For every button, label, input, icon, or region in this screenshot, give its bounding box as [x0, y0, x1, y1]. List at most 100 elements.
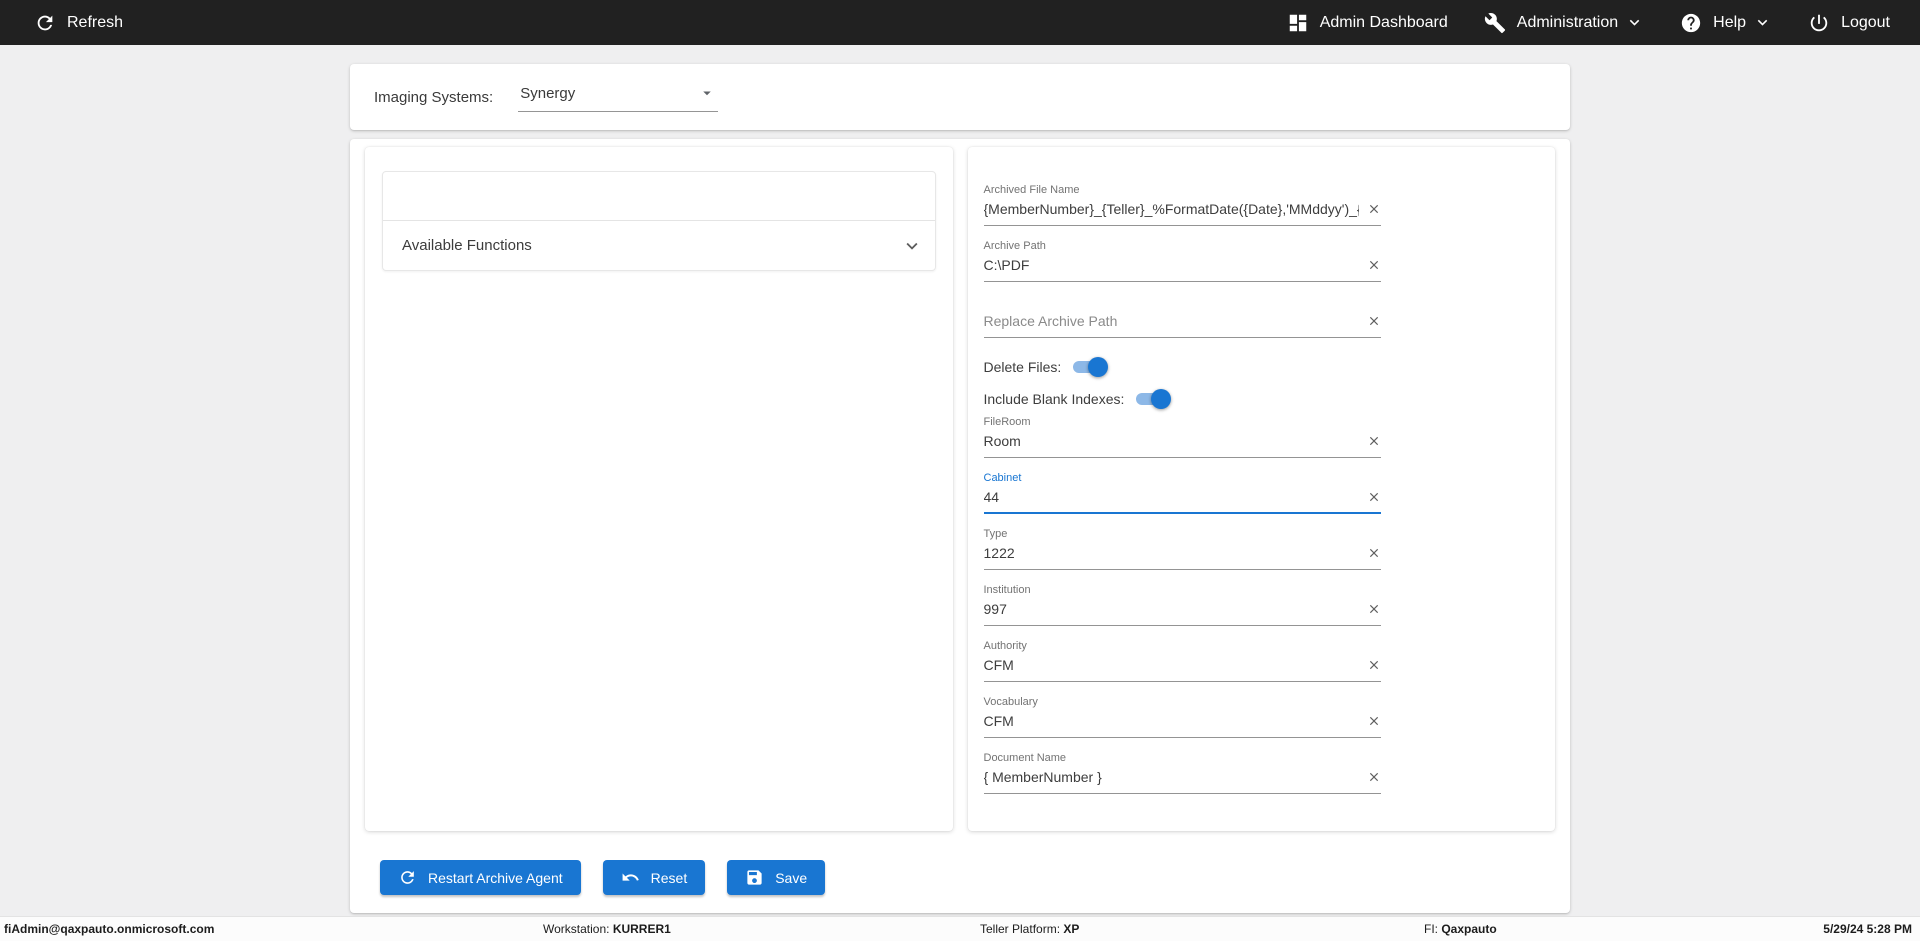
close-icon [1369, 316, 1378, 326]
field-label: FileRoom [983, 416, 1031, 428]
available-functions-label: Available Functions [402, 237, 532, 254]
institution-input[interactable] [983, 600, 1359, 618]
imaging-systems-select[interactable]: Synergy [518, 82, 719, 112]
field-label [984, 295, 1381, 309]
field-label: Vocabulary [983, 696, 1038, 708]
vocabulary-field: Vocabulary [983, 695, 1381, 738]
reset-label: Reset [650, 869, 688, 886]
admin-dashboard-button[interactable]: Admin Dashboard [1287, 12, 1448, 34]
close-icon [1369, 548, 1378, 558]
save-label: Save [775, 869, 808, 886]
reset-button[interactable]: Reset [602, 860, 706, 895]
fi-label: FI: [1424, 922, 1438, 936]
type-input[interactable] [983, 544, 1359, 562]
authority-clear-button[interactable] [1367, 658, 1381, 672]
wrench-icon [1484, 12, 1505, 33]
functions-empty-area [383, 172, 935, 220]
close-icon [1369, 492, 1378, 502]
undo-icon [622, 873, 639, 881]
status-bar: fiAdmin@qaxpauto.onmicrosoft.com Worksta… [0, 916, 1920, 941]
panels: Available Functions Archived File Name {… [365, 147, 1555, 831]
replace-archive-path-field [983, 295, 1381, 338]
archive-settings-card: Available Functions Archived File Name {… [350, 139, 1570, 913]
archive-form-fields: Archived File Name Archive Path [968, 147, 1381, 794]
field-label: Document Name [983, 752, 1067, 764]
imaging-systems-card: Imaging Systems: Synergy [350, 64, 1570, 130]
field-label: Type [983, 528, 1008, 540]
functions-panel: Available Functions [365, 147, 953, 831]
include-blank-indexes-row: Include Blank Indexes: [984, 383, 1381, 415]
archive-path-clear-button[interactable] [1367, 258, 1381, 272]
archive-path-input[interactable] [983, 256, 1359, 274]
toggle-thumb [1088, 357, 1109, 377]
delete-files-toggle[interactable] [1071, 357, 1109, 377]
vocabulary-input[interactable] [983, 712, 1359, 730]
close-icon [1369, 436, 1378, 446]
close-icon [1369, 260, 1378, 270]
workstation-label: Workstation: [543, 922, 610, 936]
replace-archive-path-clear-button[interactable] [1367, 314, 1381, 328]
type-clear-button[interactable] [1367, 546, 1381, 560]
field-label: Archive Path [983, 240, 1046, 252]
help-label: Help [1713, 13, 1747, 31]
refresh-button[interactable]: Refresh [34, 12, 123, 34]
datetime-status: 5/29/24 5:28 PM [1823, 922, 1912, 936]
fileroom-input[interactable] [983, 432, 1359, 450]
archived-file-name-clear-button[interactable] [1367, 202, 1381, 216]
field-label: Institution [983, 584, 1031, 596]
administration-menu-button[interactable]: Administration [1484, 12, 1644, 34]
include-blank-indexes-toggle[interactable] [1134, 389, 1172, 409]
replace-archive-path-input[interactable] [983, 312, 1359, 330]
institution-field: Institution [983, 583, 1381, 626]
chevron-down-icon [1757, 19, 1768, 26]
fileroom-field: FileRoom [983, 415, 1381, 458]
save-button[interactable]: Save [727, 860, 826, 895]
close-icon [1369, 772, 1378, 782]
fi-status: FI: Qaxpauto [1424, 917, 1497, 941]
teller-platform-label: Teller Platform: [980, 922, 1061, 936]
workstation-status: Workstation: KURRER1 [543, 917, 671, 941]
chevron-down-icon [1629, 19, 1640, 26]
vocabulary-clear-button[interactable] [1367, 714, 1381, 728]
include-blank-indexes-label: Include Blank Indexes: [983, 391, 1125, 407]
cabinet-clear-button[interactable] [1367, 490, 1381, 504]
document-name-input[interactable] [983, 768, 1359, 786]
type-field: Type [983, 527, 1381, 570]
restart-archive-agent-label: Restart Archive Agent [428, 869, 563, 886]
action-buttons: Restart Archive Agent Reset Save [365, 860, 1555, 895]
close-icon [1369, 660, 1378, 670]
fileroom-clear-button[interactable] [1367, 434, 1381, 448]
authority-input[interactable] [983, 656, 1359, 674]
archived-file-name-field: Archived File Name [983, 183, 1381, 226]
institution-clear-button[interactable] [1367, 602, 1381, 616]
available-functions-expander[interactable]: Available Functions [383, 220, 935, 270]
logout-button[interactable]: Logout [1808, 12, 1890, 34]
help-menu-button[interactable]: Help [1680, 12, 1772, 34]
logged-in-user: fiAdmin@qaxpauto.onmicrosoft.com [4, 922, 215, 936]
field-label: Archived File Name [983, 184, 1080, 196]
teller-platform-value: XP [1063, 922, 1080, 936]
refresh-icon [401, 871, 414, 884]
teller-platform-status: Teller Platform: XP [980, 917, 1079, 941]
cabinet-field: Cabinet [983, 471, 1381, 514]
archived-file-name-input[interactable] [983, 200, 1359, 218]
cabinet-input[interactable] [983, 488, 1359, 506]
administration-label: Administration [1516, 13, 1619, 31]
help-icon [1681, 13, 1701, 32]
restart-archive-agent-button[interactable]: Restart Archive Agent [380, 860, 581, 895]
page-content: Imaging Systems: Synergy Available Funct… [350, 64, 1570, 913]
toggle-thumb [1151, 389, 1172, 409]
archive-path-field: Archive Path [983, 239, 1381, 282]
chevron-down-icon [906, 242, 917, 250]
refresh-label: Refresh [67, 13, 124, 31]
document-name-clear-button[interactable] [1367, 770, 1381, 784]
delete-files-row: Delete Files: [984, 351, 1381, 383]
available-functions-box: Available Functions [382, 171, 936, 271]
fi-value: Qaxpauto [1441, 922, 1497, 936]
admin-dashboard-label: Admin Dashboard [1319, 13, 1448, 31]
top-navigation-bar: Refresh Admin Dashboard Administration H… [0, 0, 1920, 45]
refresh-icon [37, 15, 53, 30]
field-label: Authority [983, 640, 1027, 652]
workstation-value: KURRER1 [612, 922, 671, 936]
authority-field: Authority [983, 639, 1381, 682]
